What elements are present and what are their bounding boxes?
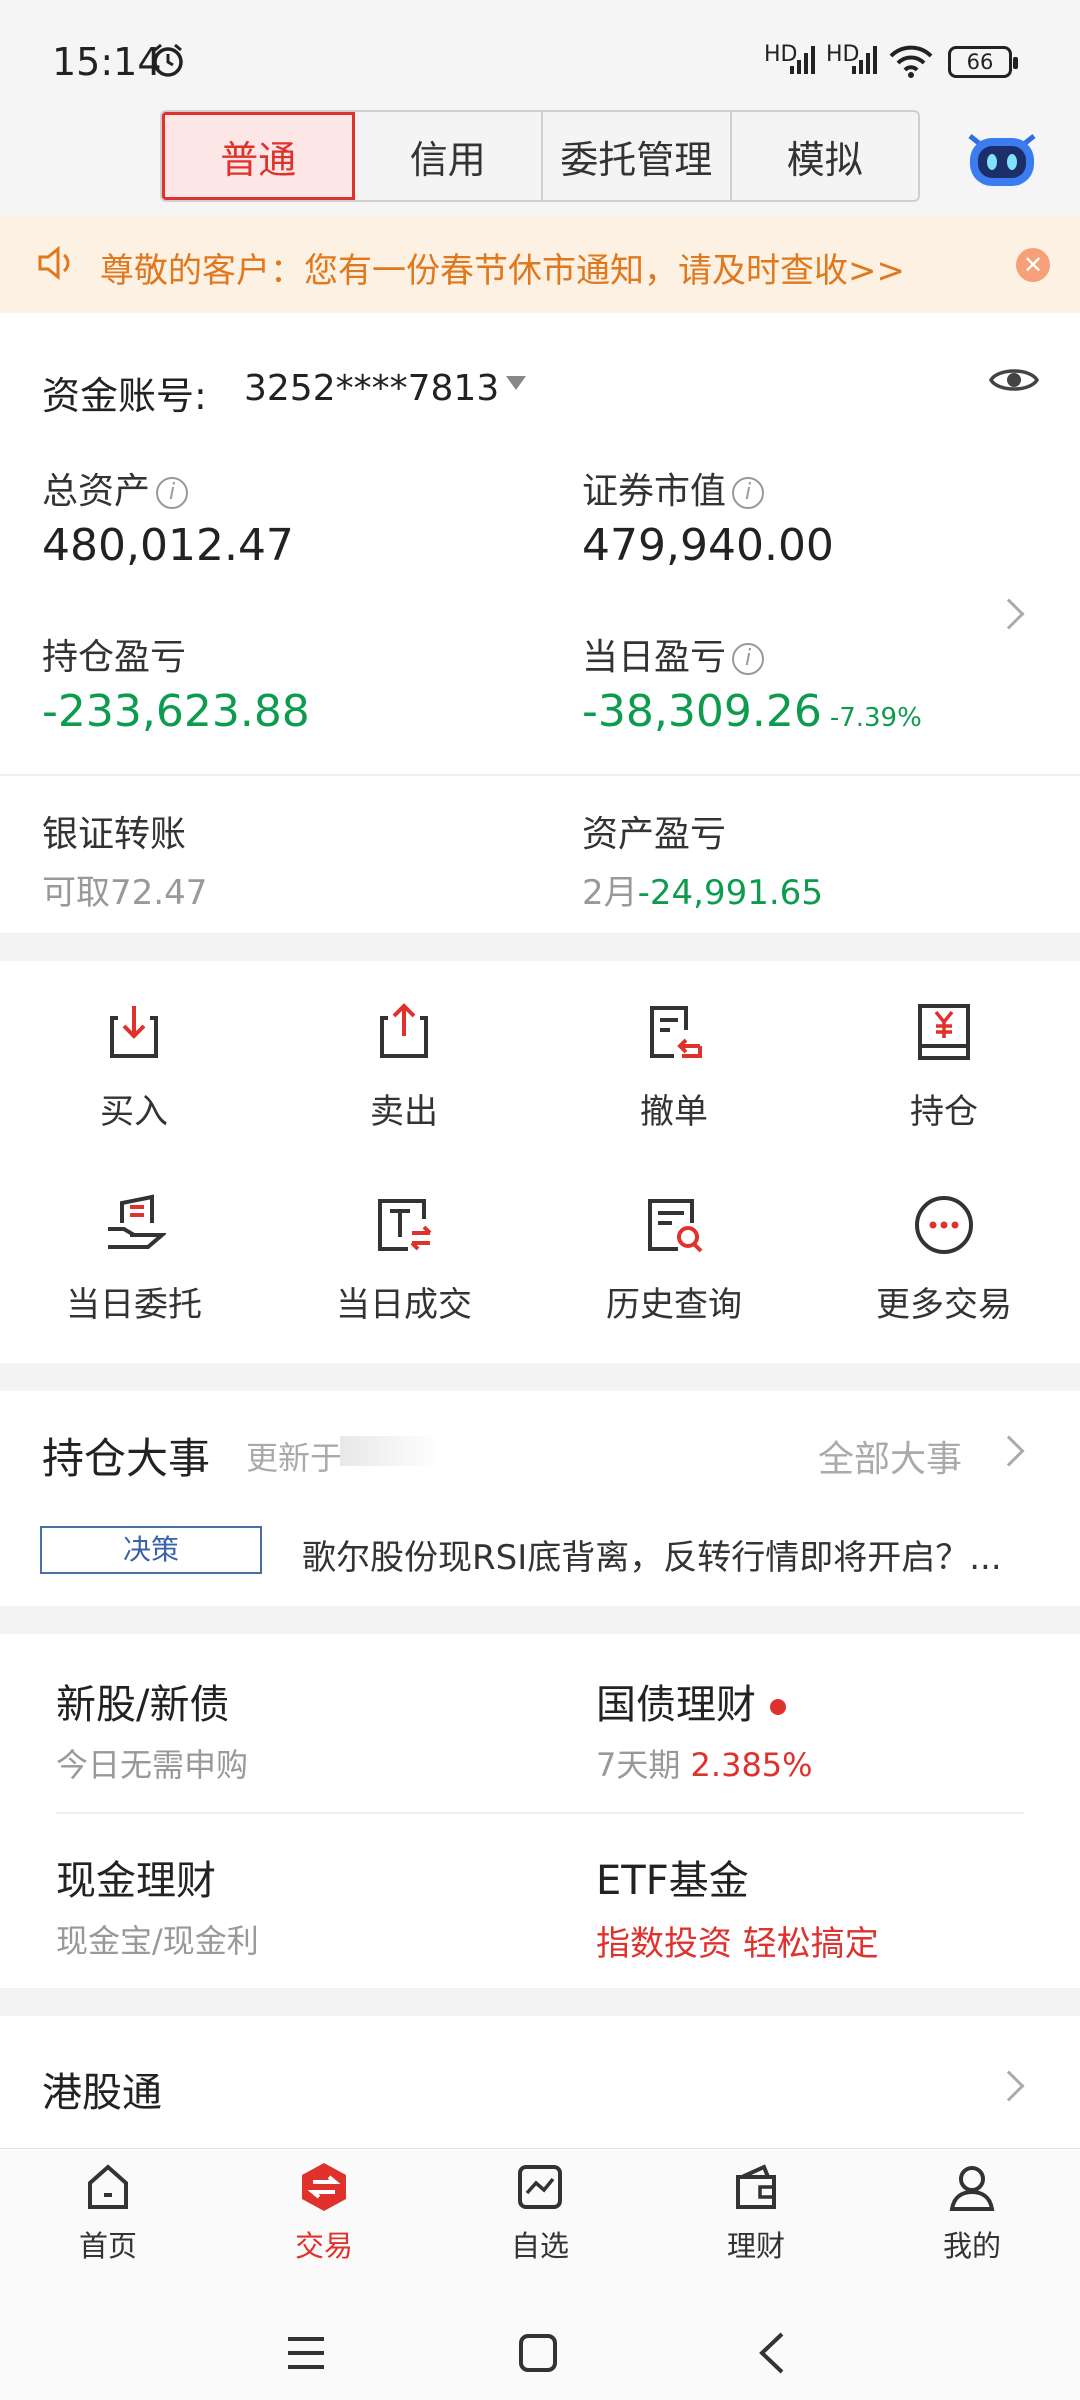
status-time: 15:14 [52, 40, 162, 84]
updated-time-blur [340, 1436, 440, 1466]
tab-order-management[interactable]: 委托管理 [543, 112, 732, 200]
signal-1-icon [790, 46, 815, 74]
etf-sub: 指数投资 轻松搞定 [596, 1924, 879, 1964]
nav-trade[interactable]: 交易 [264, 2161, 384, 2265]
nav-watchlist[interactable]: 自选 [480, 2161, 600, 2265]
action-cancel-order[interactable]: 撤单 [574, 1000, 774, 1133]
speaker-icon [38, 245, 70, 281]
notice-text: 尊敬的客户：您有一份春节休市通知，请及时查收>> [100, 251, 905, 291]
action-sell[interactable]: 卖出 [304, 1000, 504, 1133]
etf-title[interactable]: ETF基金 [596, 1848, 749, 1906]
events-updated: 更新于 [246, 1439, 343, 1477]
bottom-nav: 首页 交易 自选 理财 我的 [0, 2148, 1080, 2273]
battery-indicator: 66 [948, 46, 1018, 78]
market-value-value: 479,940.00 [582, 520, 834, 571]
cash-sub: 现金宝/现金利 [56, 1922, 259, 1960]
nav-home[interactable]: 首页 [48, 2161, 168, 2265]
action-today-deal[interactable]: 当日成交 [304, 1193, 504, 1326]
back-icon[interactable] [756, 2331, 786, 2375]
status-bar: 15:14 HD HD 66 [0, 0, 1080, 105]
nav-me[interactable]: 我的 [912, 2161, 1032, 2265]
day-pl-percent: -7.39% [829, 703, 922, 733]
tab-credit[interactable]: 信用 [355, 112, 543, 200]
account-dropdown-icon[interactable] [506, 376, 526, 390]
bank-transfer-available: 可取72.47 [42, 873, 208, 913]
account-type-tabs: 普通 信用 委托管理 模拟 [160, 110, 920, 202]
day-pl-value: -38,309.26 -7.39% [582, 686, 922, 737]
trade-icon [302, 2163, 346, 2211]
cancel-order-icon [650, 1006, 702, 1058]
notice-banner[interactable]: 尊敬的客户：您有一份春节休市通知，请及时查收>> [0, 215, 1080, 313]
events-title: 持仓大事 [42, 1434, 211, 1483]
action-position[interactable]: 持仓 [844, 1000, 1044, 1133]
position-pl-value: -233,623.88 [42, 686, 310, 737]
nav-wealth[interactable]: 理财 [696, 2161, 816, 2265]
wifi-icon [889, 45, 933, 78]
asset-pl-sub: 2月-24,991.65 [582, 873, 823, 913]
info-icon[interactable]: i [156, 477, 189, 509]
ipo-sub: 今日无需申购 [56, 1746, 249, 1784]
today-deal-icon [378, 1199, 432, 1251]
divider [0, 774, 1080, 776]
eye-icon[interactable] [988, 362, 1040, 398]
sell-icon [380, 1003, 428, 1058]
total-assets-value: 480,012.47 [42, 520, 294, 571]
day-pl-label: 当日盈亏 i [582, 628, 765, 680]
account-number[interactable]: 3252****7813 [244, 368, 499, 409]
info-icon[interactable]: i [732, 643, 765, 675]
bond-title[interactable]: 国债理财 [596, 1672, 786, 1730]
robot-assistant-icon[interactable] [962, 122, 1042, 192]
info-icon[interactable]: i [732, 477, 765, 509]
profile-icon [949, 2166, 995, 2211]
hk-connect-title: 港股通 [42, 2070, 162, 2116]
decision-tag: 决策 [40, 1526, 262, 1574]
hk-connect-row[interactable] [0, 2016, 1080, 2148]
signal-2-icon [852, 46, 877, 74]
more-trade-icon [915, 1196, 973, 1254]
home-icon [88, 2164, 128, 2209]
tab-normal[interactable]: 普通 [162, 112, 355, 200]
event-headline[interactable]: 歌尔股份现RSI底背离，反转行情即将开启？... [302, 1530, 1002, 1579]
all-events-link[interactable]: 全部大事 [818, 1430, 962, 1482]
market-value-label: 证券市值 i [582, 462, 765, 514]
action-buy[interactable]: 买入 [34, 1000, 234, 1133]
divider [56, 1812, 1024, 1814]
cash-title[interactable]: 现金理财 [56, 1848, 216, 1906]
position-pl-label: 持仓盈亏 [42, 637, 187, 678]
buy-icon [110, 1006, 158, 1058]
menu-icon[interactable] [286, 2335, 326, 2371]
notice-close-icon[interactable]: ✕ [1016, 248, 1050, 282]
position-icon [918, 1004, 970, 1060]
system-nav-bar [0, 2273, 1080, 2400]
alarm-icon [153, 43, 183, 77]
tab-simulation[interactable]: 模拟 [732, 112, 919, 200]
account-label: 资金账号: [42, 374, 207, 418]
history-query-icon [648, 1199, 703, 1253]
today-order-icon [108, 1194, 168, 1249]
red-dot-badge [770, 1699, 786, 1715]
wallet-icon [736, 2164, 776, 2209]
action-history-query[interactable]: 历史查询 [574, 1193, 774, 1326]
action-today-order[interactable]: 当日委托 [34, 1193, 234, 1326]
watchlist-icon [518, 2165, 562, 2209]
ipo-title[interactable]: 新股/新债 [56, 1672, 229, 1730]
asset-pl-label[interactable]: 资产盈亏 [582, 805, 726, 857]
bond-sub: 7天期 2.385% [596, 1746, 813, 1784]
bank-transfer-label[interactable]: 银证转账 [42, 805, 186, 857]
action-more-trade[interactable]: 更多交易 [844, 1193, 1044, 1326]
total-assets-label: 总资产 i [42, 462, 189, 514]
home-square-icon[interactable] [518, 2333, 558, 2373]
